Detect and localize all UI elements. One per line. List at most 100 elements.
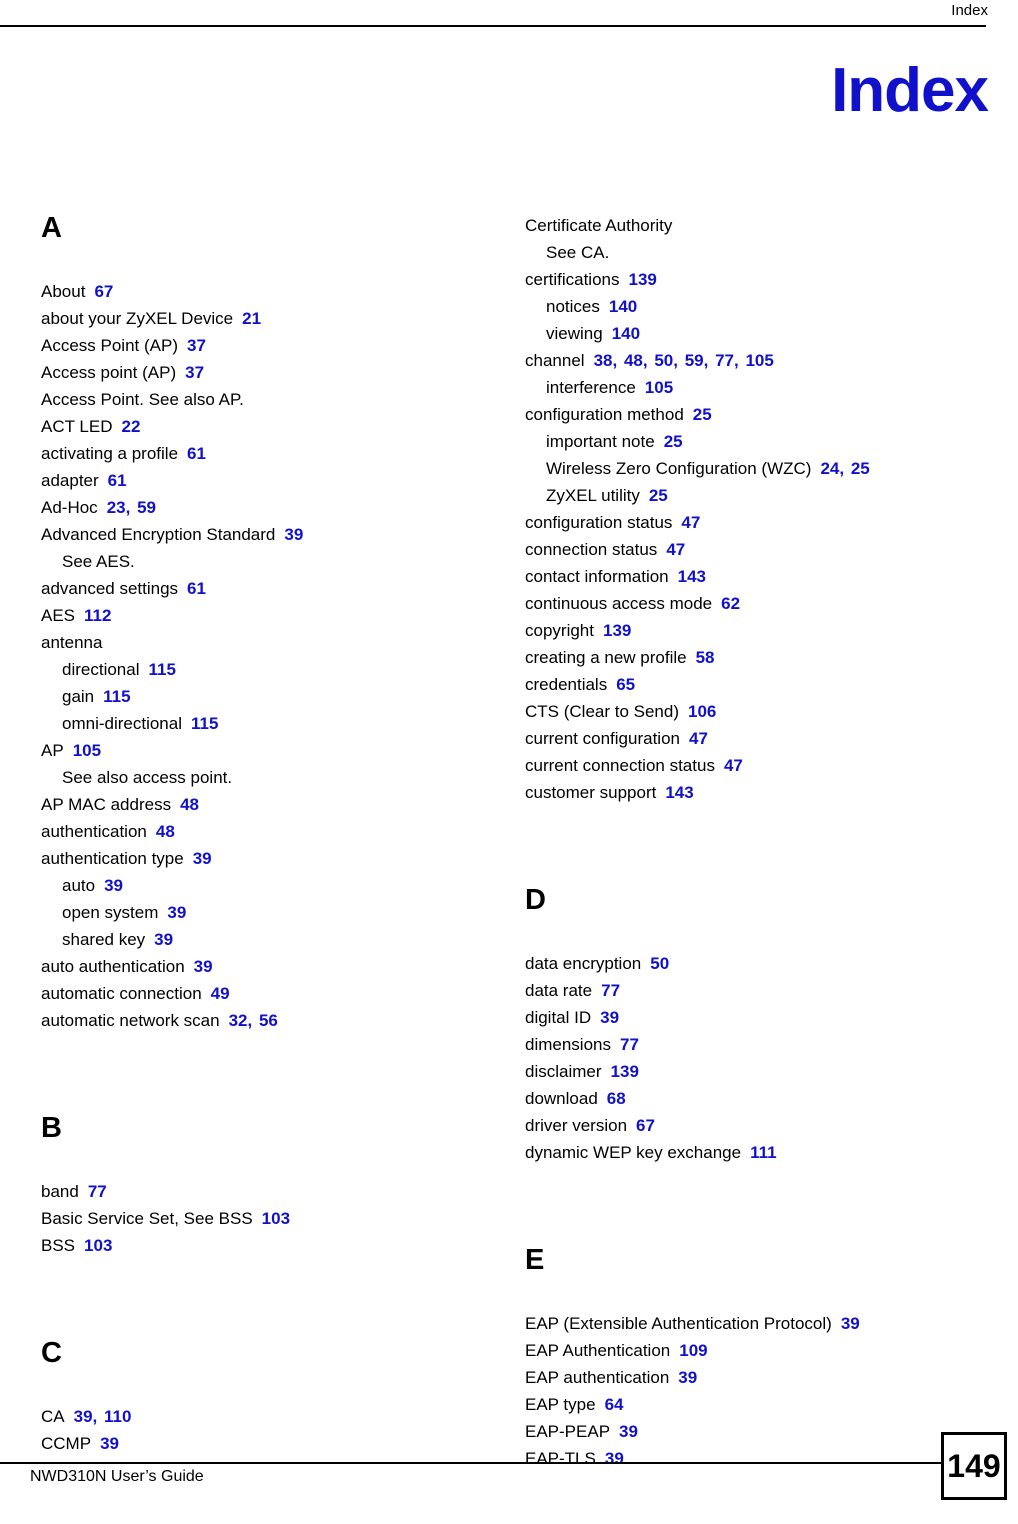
page-ref-link[interactable]: 37 bbox=[185, 336, 206, 355]
index-entry-term: important note bbox=[546, 432, 655, 451]
page-ref-link[interactable]: 47 bbox=[679, 513, 700, 532]
index-entry-term: Wireless Zero Configuration (WZC) bbox=[546, 459, 812, 478]
index-entry-pages: 32, 56 bbox=[227, 1011, 278, 1030]
page-ref-link[interactable]: 39 bbox=[102, 876, 123, 895]
page-ref-link[interactable]: 25 bbox=[662, 432, 683, 451]
page-ref-link[interactable]: 115 bbox=[147, 660, 176, 679]
page-ref-link[interactable]: 139 bbox=[601, 621, 631, 640]
page-ref-link[interactable]: 37 bbox=[183, 363, 204, 382]
index-subentry: omni-directional 115 bbox=[41, 710, 461, 737]
index-entry: Ad-Hoc 23, 59 bbox=[41, 494, 461, 521]
index-entry-term: EAP Authentication bbox=[525, 1341, 671, 1360]
page-ref-link[interactable]: 105 bbox=[71, 741, 101, 760]
index-entry: creating a new profile 58 bbox=[525, 644, 945, 671]
page-ref-link[interactable]: 105 bbox=[743, 351, 773, 370]
page-ref-link[interactable]: 39 bbox=[165, 903, 186, 922]
index-entry: Basic Service Set, See BSS 103 bbox=[41, 1205, 461, 1232]
page-ref-link[interactable]: 39 bbox=[282, 525, 303, 544]
page-ref-link[interactable]: 139 bbox=[609, 1062, 639, 1081]
page-ref-link[interactable]: 39 bbox=[152, 930, 173, 949]
page-ref-link[interactable]: 47 bbox=[664, 540, 685, 559]
page-ref-link[interactable]: 77 bbox=[86, 1182, 107, 1201]
index-entry: dynamic WEP key exchange 111 bbox=[525, 1139, 945, 1166]
page-ref-link[interactable]: 115 bbox=[189, 714, 218, 733]
page-ref-link[interactable]: 64 bbox=[603, 1395, 624, 1414]
page-ref-link[interactable]: 25 bbox=[647, 486, 668, 505]
page-ref-link[interactable]: 59 bbox=[683, 351, 704, 370]
index-entry-term: Access point (AP) bbox=[41, 363, 177, 382]
page-ref-link[interactable]: 39 bbox=[598, 1008, 619, 1027]
page-ref-link[interactable]: 47 bbox=[722, 756, 743, 775]
page-ref-link[interactable]: 67 bbox=[634, 1116, 655, 1135]
page-ref-link[interactable]: 77 bbox=[618, 1035, 639, 1054]
page-ref-link[interactable]: 143 bbox=[663, 783, 693, 802]
page-ref-link[interactable]: 56 bbox=[257, 1011, 278, 1030]
index-entry: credentials 65 bbox=[525, 671, 945, 698]
page-ref-link[interactable]: 65 bbox=[614, 675, 635, 694]
page-ref-link[interactable]: 38 bbox=[592, 351, 613, 370]
index-entry-term: viewing bbox=[546, 324, 603, 343]
index-entry-pages: 58 bbox=[694, 648, 715, 667]
page-ref-link[interactable]: 112 bbox=[82, 606, 111, 625]
page-ref-link[interactable]: 59 bbox=[135, 498, 156, 517]
page-ref-link[interactable]: 24 bbox=[818, 459, 839, 478]
page-ref-link[interactable]: 25 bbox=[691, 405, 712, 424]
index-entry-term: omni-directional bbox=[62, 714, 182, 733]
guide-label: NWD310N User’s Guide bbox=[30, 1468, 204, 1485]
page-ref-link[interactable]: 62 bbox=[719, 594, 740, 613]
page-ref-link[interactable]: 109 bbox=[677, 1341, 707, 1360]
page-ref-link[interactable]: 23 bbox=[105, 498, 126, 517]
page-ref-link[interactable]: 68 bbox=[605, 1089, 626, 1108]
page-ref-link[interactable]: 39 bbox=[191, 849, 212, 868]
page-ref-link[interactable]: 105 bbox=[643, 378, 673, 397]
index-entry-term: About bbox=[41, 282, 86, 301]
index-entry-term: BSS bbox=[41, 1236, 76, 1255]
page-ref-link[interactable]: 143 bbox=[676, 567, 706, 586]
page-ref-link[interactable]: 32 bbox=[227, 1011, 248, 1030]
page-ref-link[interactable]: 140 bbox=[607, 297, 637, 316]
page-ref-link[interactable]: 103 bbox=[82, 1236, 112, 1255]
page-ref-link[interactable]: 48 bbox=[178, 795, 199, 814]
page-ref-link[interactable]: 50 bbox=[648, 954, 669, 973]
index-entry-pages: 39 bbox=[165, 903, 186, 922]
page-ref-link[interactable]: 47 bbox=[687, 729, 708, 748]
page-ref-link[interactable]: 22 bbox=[120, 417, 141, 436]
page-ref-link[interactable]: 48 bbox=[154, 822, 175, 841]
page-title: Index bbox=[831, 56, 989, 125]
page-ref-link[interactable]: 61 bbox=[185, 579, 206, 598]
index-entry-term: dimensions bbox=[525, 1035, 611, 1054]
index-entry-term: current connection status bbox=[525, 756, 715, 775]
index-entry-term: EAP authentication bbox=[525, 1368, 670, 1387]
page-ref-link[interactable]: 115 bbox=[101, 687, 130, 706]
page-ref-link[interactable]: 39 bbox=[192, 957, 213, 976]
page-ref-link[interactable]: 21 bbox=[240, 309, 261, 328]
page-ref-link[interactable]: 111 bbox=[748, 1143, 777, 1162]
page-ref-link[interactable]: 77 bbox=[713, 351, 734, 370]
index-entry-term: EAP type bbox=[525, 1395, 596, 1414]
index-entry: certifications 139 bbox=[525, 266, 945, 293]
index-entry-term: AP bbox=[41, 741, 64, 760]
index-entry-pages: 61 bbox=[185, 444, 206, 463]
page-ref-link[interactable]: 49 bbox=[209, 984, 230, 1003]
page-ref-link[interactable]: 48 bbox=[622, 351, 643, 370]
index-entry-pages: 25 bbox=[691, 405, 712, 424]
page-ref-link[interactable]: 25 bbox=[849, 459, 870, 478]
index-entry-term: ACT LED bbox=[41, 417, 113, 436]
page-ref-link[interactable]: 140 bbox=[610, 324, 640, 343]
page-ref-link[interactable]: 77 bbox=[599, 981, 620, 1000]
index-entry: EAP Authentication 109 bbox=[525, 1337, 945, 1364]
page-ref-link[interactable]: 39 bbox=[839, 1314, 860, 1333]
index-subentry: See CA. bbox=[525, 239, 945, 266]
page-ref-link[interactable]: 103 bbox=[260, 1209, 290, 1228]
index-entry: Certificate Authority bbox=[525, 212, 945, 239]
page-ref-link[interactable]: 61 bbox=[185, 444, 206, 463]
page-ref-link[interactable]: 106 bbox=[686, 702, 716, 721]
index-entry: digital ID 39 bbox=[525, 1004, 945, 1031]
page-ref-link[interactable]: 58 bbox=[694, 648, 715, 667]
page-ref-link[interactable]: 67 bbox=[92, 282, 113, 301]
page-ref-link[interactable]: 50 bbox=[652, 351, 673, 370]
page-ref-link[interactable]: 39 bbox=[676, 1368, 697, 1387]
index-entry: configuration method 25 bbox=[525, 401, 945, 428]
page-ref-link[interactable]: 61 bbox=[106, 471, 127, 490]
page-ref-link[interactable]: 139 bbox=[626, 270, 656, 289]
